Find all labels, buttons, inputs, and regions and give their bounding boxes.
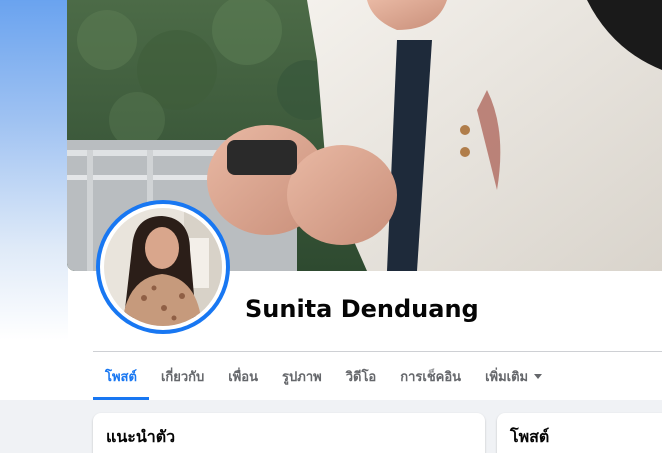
tab-about[interactable]: เกี่ยวกับ <box>149 352 216 400</box>
tab-about-label: เกี่ยวกับ <box>160 369 205 385</box>
profile-tabs: โพสต์ เกี่ยวกับ เพื่อน รูปภาพ วิดีโอ การ… <box>93 352 662 400</box>
tab-posts-label: โพสต์ <box>105 369 137 385</box>
profile-avatar[interactable] <box>96 200 230 334</box>
avatar-photo <box>104 208 222 326</box>
posts-card-title: โพสต์ <box>510 427 550 446</box>
caret-down-icon <box>534 373 543 379</box>
intro-card: แนะนำตัว <box>93 413 485 453</box>
profile-page: Sunita Denduang โพสต์ เกี่ยวกับ เพื่อน ร… <box>0 0 662 453</box>
tab-photos-label: รูปภาพ <box>282 369 322 385</box>
tab-checkins-label: การเช็คอิน <box>400 369 462 385</box>
tab-friends[interactable]: เพื่อน <box>216 352 270 400</box>
intro-card-title: แนะนำตัว <box>106 427 176 446</box>
tab-photos[interactable]: รูปภาพ <box>270 352 334 400</box>
tab-posts[interactable]: โพสต์ <box>93 352 149 400</box>
avatar-border <box>100 204 226 330</box>
tab-videos[interactable]: วิดีโอ <box>334 352 389 400</box>
tab-more[interactable]: เพิ่มเติม <box>473 352 554 400</box>
page-background-gradient <box>0 0 68 400</box>
tab-more-label: เพิ่มเติม <box>485 369 529 385</box>
tab-checkins[interactable]: การเช็คอิน <box>388 352 473 400</box>
profile-name: Sunita Denduang <box>245 295 479 323</box>
tab-videos-label: วิดีโอ <box>345 369 377 385</box>
tab-friends-label: เพื่อน <box>228 369 259 385</box>
posts-card: โพสต์ <box>497 413 662 453</box>
